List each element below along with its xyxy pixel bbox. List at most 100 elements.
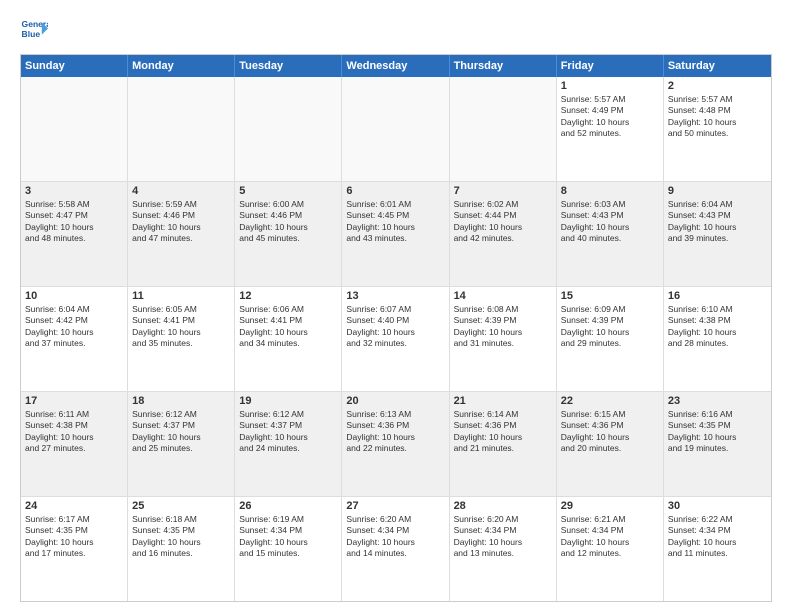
day-info: Sunrise: 6:20 AM Sunset: 4:34 PM Dayligh… [346, 514, 444, 560]
day-info: Sunrise: 6:12 AM Sunset: 4:37 PM Dayligh… [239, 409, 337, 455]
calendar-row: 3Sunrise: 5:58 AM Sunset: 4:47 PM Daylig… [21, 182, 771, 287]
day-cell-27: 27 Sunrise: 6:20 AM Sunset: 4:34 PM Dayli… [342, 497, 449, 601]
day-info: Sunrise: 6:08 AM Sunset: 4:39 PM Dayligh… [454, 304, 552, 350]
logo: General Blue [20, 16, 48, 44]
day-cell-19: 19 Sunrise: 6:12 AM Sunset: 4:37 PM Dayli… [235, 392, 342, 496]
day-cell-29: 29Sunrise: 6:21 AM Sunset: 4:34 PM Dayli… [557, 497, 664, 601]
day-info: Sunrise: 6:22 AM Sunset: 4:34 PM Dayligh… [668, 514, 767, 560]
day-number: 21 [454, 395, 552, 407]
day-cell-25: 25 Sunrise: 6:18 AM Sunset: 4:35 PM Dayli… [128, 497, 235, 601]
day-cell-20: 20 Sunrise: 6:13 AM Sunset: 4:36 PM Dayli… [342, 392, 449, 496]
day-cell-12: 12Sunrise: 6:06 AM Sunset: 4:41 PM Dayli… [235, 287, 342, 391]
day-cell-3: 3Sunrise: 5:58 AM Sunset: 4:47 PM Daylig… [21, 182, 128, 286]
day-number: 25 [132, 500, 230, 512]
day-cell-17: 17 Sunrise: 6:11 AM Sunset: 4:38 PM Dayli… [21, 392, 128, 496]
day-cell-6: 6 Sunrise: 6:01 AM Sunset: 4:45 PM Daylig… [342, 182, 449, 286]
empty-cell [450, 77, 557, 181]
day-info: Sunrise: 6:13 AM Sunset: 4:36 PM Dayligh… [346, 409, 444, 455]
day-info: Sunrise: 6:15 AM Sunset: 4:36 PM Dayligh… [561, 409, 659, 455]
day-info: Sunrise: 5:59 AM Sunset: 4:46 PM Dayligh… [132, 199, 230, 245]
header-day-wednesday: Wednesday [342, 55, 449, 77]
header-day-monday: Monday [128, 55, 235, 77]
day-number: 14 [454, 290, 552, 302]
day-number: 8 [561, 185, 659, 197]
day-info: Sunrise: 6:18 AM Sunset: 4:35 PM Dayligh… [132, 514, 230, 560]
day-info: Sunrise: 6:20 AM Sunset: 4:34 PM Dayligh… [454, 514, 552, 560]
empty-cell [342, 77, 449, 181]
header-day-sunday: Sunday [21, 55, 128, 77]
day-number: 2 [668, 80, 767, 92]
day-number: 6 [346, 185, 444, 197]
day-cell-11: 11 Sunrise: 6:05 AM Sunset: 4:41 PM Dayli… [128, 287, 235, 391]
day-info: Sunrise: 6:03 AM Sunset: 4:43 PM Dayligh… [561, 199, 659, 245]
day-info: Sunrise: 6:02 AM Sunset: 4:44 PM Dayligh… [454, 199, 552, 245]
day-info: Sunrise: 6:00 AM Sunset: 4:46 PM Dayligh… [239, 199, 337, 245]
page-header: General Blue [20, 16, 772, 44]
calendar-body: 1 Sunrise: 5:57 AM Sunset: 4:49 PM Daylig… [21, 77, 771, 601]
day-number: 13 [346, 290, 444, 302]
day-info: Sunrise: 6:09 AM Sunset: 4:39 PM Dayligh… [561, 304, 659, 350]
day-number: 24 [25, 500, 123, 512]
day-number: 29 [561, 500, 659, 512]
day-info: Sunrise: 5:58 AM Sunset: 4:47 PM Dayligh… [25, 199, 123, 245]
day-info: Sunrise: 6:17 AM Sunset: 4:35 PM Dayligh… [25, 514, 123, 560]
day-cell-13: 13 Sunrise: 6:07 AM Sunset: 4:40 PM Dayli… [342, 287, 449, 391]
day-cell-7: 7 Sunrise: 6:02 AM Sunset: 4:44 PM Daylig… [450, 182, 557, 286]
day-number: 11 [132, 290, 230, 302]
day-info: Sunrise: 6:01 AM Sunset: 4:45 PM Dayligh… [346, 199, 444, 245]
day-cell-8: 8 Sunrise: 6:03 AM Sunset: 4:43 PM Daylig… [557, 182, 664, 286]
svg-text:Blue: Blue [22, 29, 41, 39]
day-number: 27 [346, 500, 444, 512]
day-info: Sunrise: 6:07 AM Sunset: 4:40 PM Dayligh… [346, 304, 444, 350]
day-number: 15 [561, 290, 659, 302]
calendar: SundayMondayTuesdayWednesdayThursdayFrid… [20, 54, 772, 602]
day-number: 1 [561, 80, 659, 92]
day-cell-22: 22 Sunrise: 6:15 AM Sunset: 4:36 PM Dayli… [557, 392, 664, 496]
day-number: 22 [561, 395, 659, 407]
calendar-row: 17 Sunrise: 6:11 AM Sunset: 4:38 PM Dayli… [21, 392, 771, 497]
day-cell-24: 24 Sunrise: 6:17 AM Sunset: 4:35 PM Dayli… [21, 497, 128, 601]
day-number: 16 [668, 290, 767, 302]
day-info: Sunrise: 5:57 AM Sunset: 4:48 PM Dayligh… [668, 94, 767, 140]
day-cell-26: 26Sunrise: 6:19 AM Sunset: 4:34 PM Dayli… [235, 497, 342, 601]
empty-cell [21, 77, 128, 181]
day-cell-15: 15 Sunrise: 6:09 AM Sunset: 4:39 PM Dayli… [557, 287, 664, 391]
day-cell-16: 16 Sunrise: 6:10 AM Sunset: 4:38 PM Dayli… [664, 287, 771, 391]
day-info: Sunrise: 5:57 AM Sunset: 4:49 PM Dayligh… [561, 94, 659, 140]
day-number: 28 [454, 500, 552, 512]
day-info: Sunrise: 6:05 AM Sunset: 4:41 PM Dayligh… [132, 304, 230, 350]
calendar-row: 24 Sunrise: 6:17 AM Sunset: 4:35 PM Dayli… [21, 497, 771, 601]
day-info: Sunrise: 6:11 AM Sunset: 4:38 PM Dayligh… [25, 409, 123, 455]
day-number: 26 [239, 500, 337, 512]
day-number: 23 [668, 395, 767, 407]
day-cell-5: 5Sunrise: 6:00 AM Sunset: 4:46 PM Daylig… [235, 182, 342, 286]
day-cell-23: 23 Sunrise: 6:16 AM Sunset: 4:35 PM Dayli… [664, 392, 771, 496]
day-cell-18: 18Sunrise: 6:12 AM Sunset: 4:37 PM Dayli… [128, 392, 235, 496]
logo-icon: General Blue [20, 16, 48, 44]
day-cell-2: 2 Sunrise: 5:57 AM Sunset: 4:48 PM Daylig… [664, 77, 771, 181]
day-cell-10: 10Sunrise: 6:04 AM Sunset: 4:42 PM Dayli… [21, 287, 128, 391]
day-info: Sunrise: 6:16 AM Sunset: 4:35 PM Dayligh… [668, 409, 767, 455]
day-number: 30 [668, 500, 767, 512]
day-number: 20 [346, 395, 444, 407]
header-day-thursday: Thursday [450, 55, 557, 77]
day-cell-1: 1 Sunrise: 5:57 AM Sunset: 4:49 PM Daylig… [557, 77, 664, 181]
header-day-saturday: Saturday [664, 55, 771, 77]
day-cell-30: 30 Sunrise: 6:22 AM Sunset: 4:34 PM Dayli… [664, 497, 771, 601]
day-cell-28: 28 Sunrise: 6:20 AM Sunset: 4:34 PM Dayli… [450, 497, 557, 601]
day-cell-4: 4 Sunrise: 5:59 AM Sunset: 4:46 PM Daylig… [128, 182, 235, 286]
day-number: 4 [132, 185, 230, 197]
empty-cell [235, 77, 342, 181]
day-number: 17 [25, 395, 123, 407]
header-day-friday: Friday [557, 55, 664, 77]
day-number: 19 [239, 395, 337, 407]
day-info: Sunrise: 6:14 AM Sunset: 4:36 PM Dayligh… [454, 409, 552, 455]
day-info: Sunrise: 6:04 AM Sunset: 4:43 PM Dayligh… [668, 199, 767, 245]
calendar-row: 10Sunrise: 6:04 AM Sunset: 4:42 PM Dayli… [21, 287, 771, 392]
calendar-row: 1 Sunrise: 5:57 AM Sunset: 4:49 PM Daylig… [21, 77, 771, 182]
day-number: 7 [454, 185, 552, 197]
day-info: Sunrise: 6:12 AM Sunset: 4:37 PM Dayligh… [132, 409, 230, 455]
day-info: Sunrise: 6:10 AM Sunset: 4:38 PM Dayligh… [668, 304, 767, 350]
day-info: Sunrise: 6:06 AM Sunset: 4:41 PM Dayligh… [239, 304, 337, 350]
header-day-tuesday: Tuesday [235, 55, 342, 77]
